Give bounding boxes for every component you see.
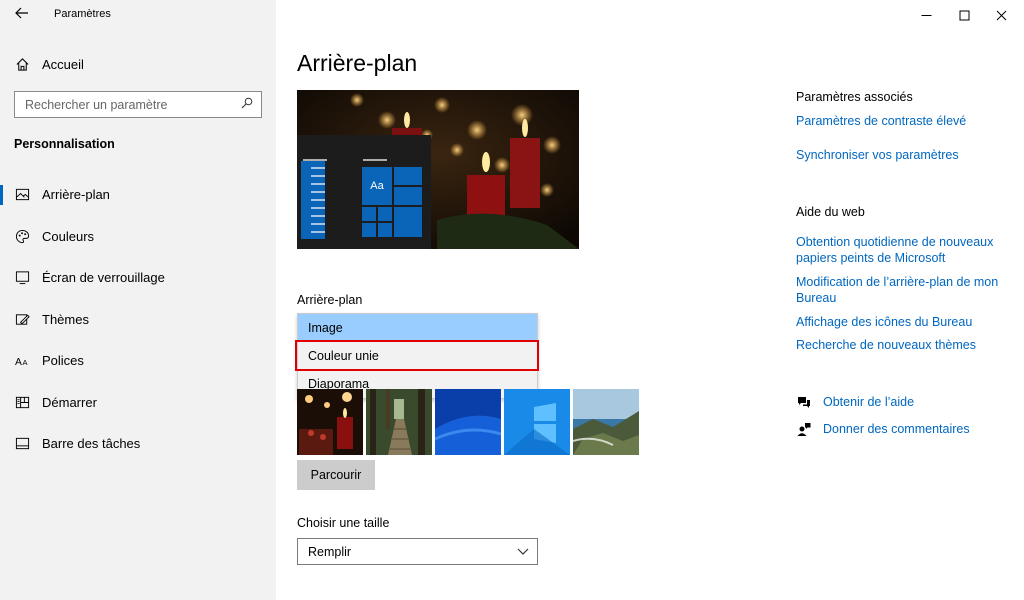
start-menu-preview: Aa	[297, 135, 431, 249]
recent-image-forest[interactable]	[366, 389, 432, 455]
sidebar-item-label: Barre des tâches	[42, 436, 141, 452]
sidebar: Paramètres Accueil Personnalisation Arri…	[0, 0, 276, 600]
search-box[interactable]	[14, 91, 262, 118]
sidebar-item-home[interactable]: Accueil	[14, 54, 264, 74]
sidebar-item-label: Polices	[42, 353, 84, 369]
section-title: Personnalisation	[14, 137, 115, 151]
get-help-link[interactable]: Obtenir de l’aide	[796, 394, 914, 410]
page-title: Arrière-plan	[297, 50, 418, 76]
dropdown-option-image[interactable]: Image	[298, 314, 537, 342]
taskbar-icon	[14, 436, 30, 452]
home-icon	[14, 56, 30, 72]
background-type-label: Arrière-plan	[297, 293, 363, 307]
browse-button[interactable]: Parcourir	[297, 460, 375, 490]
title-bar: Paramètres	[0, 0, 276, 30]
link-high-contrast[interactable]: Paramètres de contraste élevé	[796, 113, 1011, 129]
sidebar-item-themes[interactable]: Thèmes	[0, 299, 276, 341]
search-icon[interactable]	[241, 96, 253, 114]
sidebar-item-label: Arrière-plan	[42, 187, 110, 203]
maximize-button[interactable]	[954, 6, 974, 24]
link-new-themes[interactable]: Recherche de nouveaux thèmes	[796, 337, 1011, 353]
size-label: Choisir une taille	[297, 516, 390, 530]
fonts-icon: AA	[14, 353, 30, 369]
link-change-desktop-background[interactable]: Modification de l’arrière-plan de mon Bu…	[796, 274, 1011, 306]
maximize-icon	[959, 10, 969, 20]
size-select[interactable]: Remplir	[297, 538, 538, 565]
sidebar-item-label: Démarrer	[42, 394, 97, 410]
sidebar-item-start[interactable]: Démarrer	[0, 382, 276, 424]
sidebar-item-fonts[interactable]: AA Polices	[0, 340, 276, 382]
close-button[interactable]	[991, 6, 1011, 24]
recent-images	[297, 389, 639, 455]
recent-image-candles[interactable]	[297, 389, 363, 455]
feedback-icon	[796, 421, 812, 437]
main-content: Arrière-plan Aa Arrière-plan Image Coule…	[276, 0, 1024, 600]
recent-image-windows-blue-1[interactable]	[435, 389, 501, 455]
home-label: Accueil	[42, 56, 84, 72]
size-select-value: Remplir	[308, 544, 352, 559]
feedback-label: Donner des commentaires	[823, 422, 970, 436]
sidebar-item-label: Couleurs	[42, 228, 95, 244]
preview-tile-aa: Aa	[362, 167, 392, 205]
themes-icon	[14, 311, 30, 327]
chevron-down-icon	[517, 548, 529, 555]
sidebar-item-label: Thèmes	[42, 311, 89, 327]
minimize-icon	[921, 14, 931, 16]
link-desktop-icons[interactable]: Affichage des icônes du Bureau	[796, 314, 1011, 330]
back-button[interactable]	[12, 6, 32, 24]
link-sync-settings[interactable]: Synchroniser vos paramètres	[796, 147, 1011, 163]
sidebar-item-taskbar[interactable]: Barre des tâches	[0, 423, 276, 465]
svg-text:A: A	[15, 357, 22, 368]
sidebar-item-label: Écran de verrouillage	[42, 270, 165, 286]
background-preview: Aa	[297, 90, 579, 249]
sidebar-item-colors[interactable]: Couleurs	[0, 216, 276, 258]
start-icon	[14, 394, 30, 410]
close-icon	[996, 10, 1006, 20]
picture-icon	[14, 187, 30, 203]
minimize-button[interactable]	[916, 6, 936, 24]
sidebar-item-background[interactable]: Arrière-plan	[0, 174, 276, 216]
sidebar-item-lock-screen[interactable]: Écran de verrouillage	[0, 257, 276, 299]
recent-image-coast[interactable]	[573, 389, 639, 455]
recent-image-windows-blue-2[interactable]	[504, 389, 570, 455]
search-input[interactable]	[25, 97, 225, 112]
chat-help-icon	[796, 394, 812, 410]
highlight-annotation	[295, 340, 539, 371]
link-daily-wallpapers[interactable]: Obtention quotidienne de nouveaux papier…	[796, 234, 1011, 266]
palette-icon	[14, 228, 30, 244]
feedback-link[interactable]: Donner des commentaires	[796, 421, 970, 437]
back-arrow-icon	[15, 7, 28, 19]
web-help-heading: Aide du web	[796, 205, 865, 219]
svg-text:A: A	[22, 358, 27, 367]
app-title: Paramètres	[54, 8, 111, 20]
get-help-label: Obtenir de l’aide	[823, 395, 915, 409]
sidebar-nav: Arrière-plan Couleurs Écran de verrouill…	[0, 174, 276, 465]
related-settings-heading: Paramètres associés	[796, 90, 913, 104]
lock-screen-icon	[14, 270, 30, 286]
